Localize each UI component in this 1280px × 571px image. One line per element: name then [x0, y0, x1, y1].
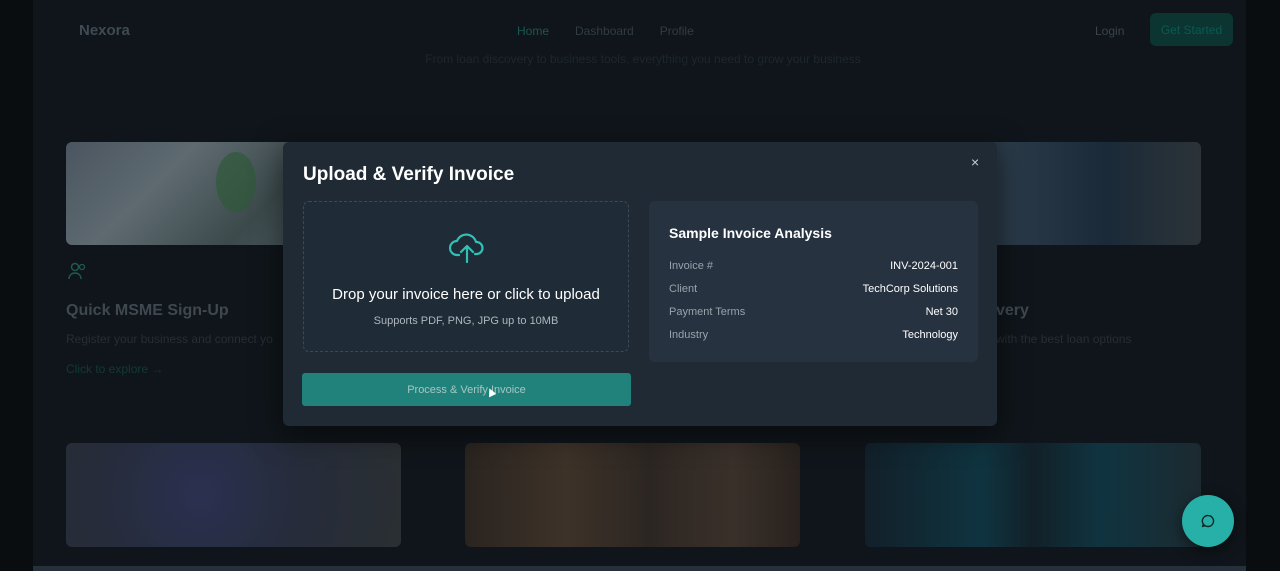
analysis-label: Payment Terms: [669, 306, 746, 318]
analysis-value: INV-2024-001: [890, 260, 958, 272]
modal-title: Upload & Verify Invoice: [303, 164, 515, 185]
nav-link-profile[interactable]: Profile: [660, 24, 694, 38]
nav-link-home[interactable]: Home: [517, 24, 549, 38]
users-icon: [68, 262, 88, 280]
get-started-button[interactable]: Get Started: [1150, 13, 1233, 46]
card-title-discovery: very: [996, 302, 1029, 319]
upload-invoice-modal: Upload & Verify Invoice × Drop your invo…: [283, 142, 997, 426]
invoice-analysis-panel: Sample Invoice Analysis Invoice # INV-20…: [649, 201, 978, 362]
card-image-crowd: [465, 443, 800, 547]
login-link[interactable]: Login: [1095, 24, 1124, 38]
card-desc-discovery: with the best loan options: [996, 332, 1132, 346]
card-image-chart: [865, 443, 1201, 547]
analysis-label: Industry: [669, 329, 709, 341]
bottom-bar: [33, 566, 1246, 571]
analysis-row-payment-terms: Payment Terms Net 30: [669, 306, 958, 322]
card-image-network: [66, 443, 401, 547]
card-link-signup[interactable]: Click to explore →: [66, 362, 163, 376]
invoice-dropzone[interactable]: Drop your invoice here or click to uploa…: [303, 201, 629, 352]
nav-links: Home Dashboard Profile: [517, 24, 694, 38]
close-button[interactable]: ×: [971, 154, 979, 170]
card-title-signup: Quick MSME Sign-Up: [66, 302, 229, 319]
hero-subtitle: From loan discovery to business tools, e…: [425, 52, 861, 66]
analysis-value: Net 30: [925, 306, 958, 318]
analysis-title: Sample Invoice Analysis: [669, 225, 832, 241]
analysis-row-invoice: Invoice # INV-2024-001: [669, 260, 958, 276]
analysis-value: TechCorp Solutions: [862, 283, 958, 295]
dropzone-subtext: Supports PDF, PNG, JPG up to 10MB: [373, 315, 559, 327]
card-desc-signup: Register your business and connect yo: [66, 332, 273, 346]
process-verify-button[interactable]: Process & Verify Invoice: [302, 373, 631, 406]
cloud-upload-icon: [449, 233, 484, 264]
nav-link-dashboard[interactable]: Dashboard: [575, 24, 634, 38]
chat-icon: [1201, 514, 1215, 528]
analysis-label: Client: [669, 283, 698, 295]
chat-button[interactable]: [1182, 495, 1234, 547]
dropzone-text: Drop your invoice here or click to uploa…: [332, 286, 600, 303]
analysis-row-industry: Industry Technology: [669, 329, 958, 345]
analysis-label: Invoice #: [669, 260, 714, 272]
analysis-value: Technology: [902, 329, 958, 341]
logo[interactable]: Nexora: [79, 22, 130, 39]
analysis-row-client: Client TechCorp Solutions: [669, 283, 958, 299]
